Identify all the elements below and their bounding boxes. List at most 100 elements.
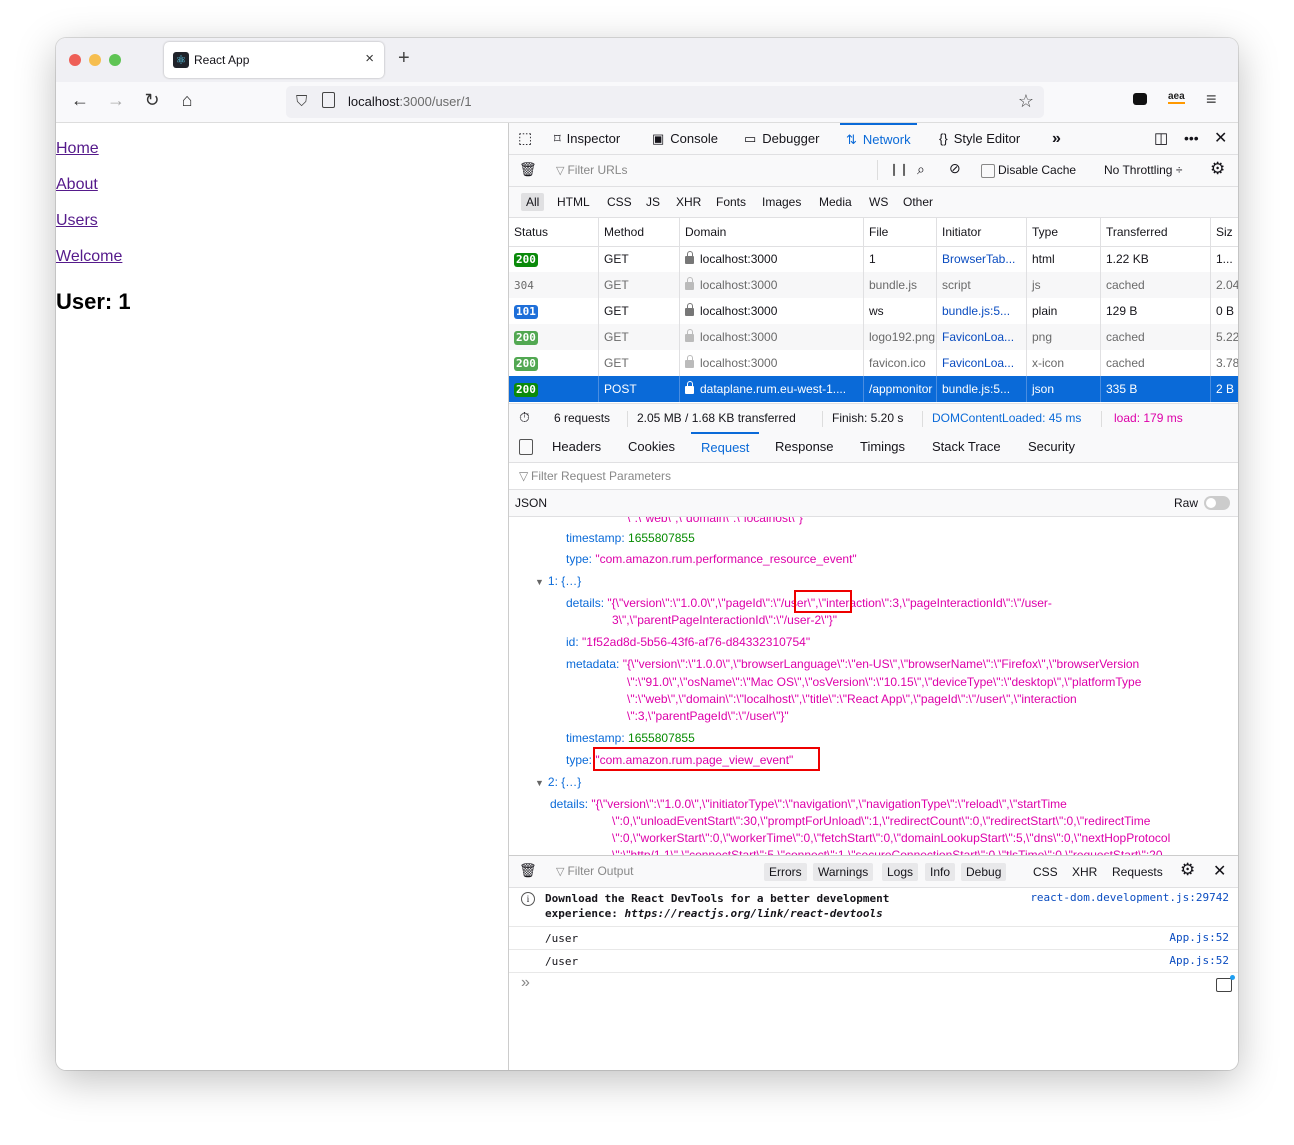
- amazon-assistant-icon[interactable]: aea: [1168, 92, 1185, 104]
- filter-fonts[interactable]: Fonts: [711, 193, 751, 211]
- close-tab-icon[interactable]: ×: [365, 50, 374, 67]
- close-devtools-icon[interactable]: ✕: [1214, 123, 1227, 154]
- filter-css[interactable]: CSS: [602, 193, 637, 211]
- console-settings-gear-icon[interactable]: ⚙: [1180, 860, 1195, 880]
- filter-output-input[interactable]: ▽ Filter Output: [556, 864, 634, 878]
- filter-html[interactable]: HTML: [552, 193, 595, 211]
- pause-icon[interactable]: ❙❙: [889, 162, 909, 176]
- url-bar[interactable]: ⛉ localhost:3000/user/1 ☆: [286, 86, 1044, 118]
- filter-ws[interactable]: WS: [864, 193, 893, 211]
- filter-all[interactable]: All: [521, 193, 545, 211]
- tab-timings[interactable]: Timings: [860, 432, 905, 462]
- filter-errors[interactable]: Errors: [764, 863, 807, 881]
- element-picker-icon[interactable]: ⬚: [518, 123, 532, 154]
- bookmark-star-icon[interactable]: ☆: [1018, 91, 1034, 112]
- clear-console-icon[interactable]: 🗑: [519, 862, 537, 879]
- minimize-window-button[interactable]: [89, 54, 101, 66]
- col-file[interactable]: File: [864, 218, 937, 246]
- table-row[interactable]: 200 POST dataplane.rum.eu-west-1.... /appmo…: [509, 376, 1238, 402]
- json-value: "com.amazon.rum.performance_resource_eve…: [595, 552, 857, 566]
- col-domain[interactable]: Domain: [680, 218, 864, 246]
- tab-headers[interactable]: Headers: [552, 432, 601, 462]
- json-node-toggle[interactable]: ▼ 1: {…}: [535, 573, 581, 591]
- col-size[interactable]: Siz: [1211, 218, 1238, 246]
- cell-method: GET: [599, 350, 680, 376]
- table-row[interactable]: 200 GET localhost:3000 1 BrowserTab... html 1.…: [509, 246, 1238, 272]
- tab-inspector[interactable]: ⌑ Inspector: [554, 123, 620, 154]
- filter-images[interactable]: Images: [757, 193, 806, 211]
- nav-link-about[interactable]: About: [56, 176, 98, 194]
- tab-security[interactable]: Security: [1028, 432, 1075, 462]
- filter-css[interactable]: CSS: [1033, 863, 1058, 881]
- nav-link-users[interactable]: Users: [56, 212, 98, 230]
- ghost-extension-icon[interactable]: [1133, 93, 1147, 105]
- console-text: /user: [545, 955, 579, 968]
- filter-media[interactable]: Media: [814, 193, 857, 211]
- filter-xhr[interactable]: XHR: [1072, 863, 1097, 881]
- throttling-select[interactable]: No Throttling ÷: [1104, 163, 1182, 177]
- filter-requests[interactable]: Requests: [1112, 863, 1163, 881]
- tab-cookies[interactable]: Cookies: [628, 432, 675, 462]
- search-icon[interactable]: ⌕: [917, 161, 925, 178]
- col-type[interactable]: Type: [1027, 218, 1101, 246]
- cell-file: /appmonitor: [864, 376, 937, 402]
- toggle-sidebar-icon[interactable]: [519, 439, 533, 455]
- more-tabs-icon[interactable]: »: [1052, 123, 1061, 154]
- tab-debugger[interactable]: ▭ Debugger: [744, 123, 819, 154]
- tab-console[interactable]: ▣ Console: [652, 123, 718, 154]
- filter-warnings[interactable]: Warnings: [813, 863, 874, 881]
- filter-logs[interactable]: Logs: [882, 863, 919, 881]
- tab-request[interactable]: Request: [691, 432, 760, 462]
- browser-tab[interactable]: ⚛ React App ×: [164, 42, 384, 78]
- tab-style-editor[interactable]: {} Style Editor: [939, 123, 1020, 154]
- shield-icon[interactable]: ⛉: [296, 93, 307, 110]
- json-key: details:: [566, 596, 605, 610]
- more-options-icon[interactable]: •••: [1184, 123, 1199, 154]
- raw-toggle[interactable]: [1204, 496, 1230, 510]
- console-toolbar: 🗑 ▽ Filter Output Errors Warnings Logs In…: [509, 856, 1238, 888]
- table-row[interactable]: 304 GET localhost:3000 bundle.js script js cac…: [509, 272, 1238, 298]
- disable-cache-checkbox[interactable]: [981, 164, 995, 178]
- react-devtools-link[interactable]: https://reactjs.org/link/react-devtools: [624, 907, 882, 920]
- menu-icon[interactable]: ≡: [1206, 89, 1217, 110]
- close-console-icon[interactable]: ✕: [1213, 861, 1226, 881]
- editor-mode-icon[interactable]: [1216, 978, 1232, 992]
- tab-response[interactable]: Response: [775, 432, 834, 462]
- tab-stack-trace[interactable]: Stack Trace: [932, 432, 1001, 462]
- nav-link-welcome[interactable]: Welcome: [56, 248, 122, 266]
- home-button[interactable]: ⌂: [175, 90, 199, 111]
- col-initiator[interactable]: Initiator: [937, 218, 1027, 246]
- forward-button[interactable]: →: [104, 90, 128, 111]
- console-source-link[interactable]: react-dom.development.js:29742: [1030, 891, 1229, 904]
- filter-info[interactable]: Info: [925, 863, 956, 881]
- col-transferred[interactable]: Transferred: [1101, 218, 1211, 246]
- console-source-link[interactable]: App.js:52: [1169, 931, 1229, 944]
- console-prompt-icon: »: [521, 974, 530, 991]
- filter-debug[interactable]: Debug: [961, 863, 1007, 881]
- block-icon[interactable]: ⊘: [949, 160, 961, 177]
- col-method[interactable]: Method: [599, 218, 680, 246]
- nav-link-home[interactable]: Home: [56, 140, 99, 158]
- filter-js[interactable]: JS: [641, 193, 665, 211]
- table-row[interactable]: 101 GET localhost:3000 ws bundle.js:5... plai…: [509, 298, 1238, 324]
- filter-other[interactable]: Other: [898, 193, 938, 211]
- close-window-button[interactable]: [69, 54, 81, 66]
- console-input[interactable]: [539, 974, 1198, 996]
- new-tab-button[interactable]: +: [398, 47, 410, 70]
- filter-xhr[interactable]: XHR: [671, 193, 706, 211]
- dock-icon[interactable]: ◫: [1154, 123, 1168, 154]
- json-node-toggle[interactable]: ▼ 2: {…}: [535, 774, 581, 792]
- filter-urls-input[interactable]: ▽ Filter URLs: [556, 163, 627, 177]
- back-button[interactable]: ←: [68, 90, 92, 111]
- tab-network[interactable]: ⇅ Network: [840, 123, 917, 154]
- zoom-window-button[interactable]: [109, 54, 121, 66]
- settings-gear-icon[interactable]: ⚙: [1210, 159, 1225, 179]
- filter-request-params-input[interactable]: ▽ Filter Request Parameters: [509, 463, 1238, 490]
- url-text[interactable]: localhost:3000/user/1: [348, 94, 472, 109]
- reload-button[interactable]: ↻: [140, 90, 164, 111]
- trash-icon[interactable]: 🗑: [519, 161, 537, 178]
- table-row[interactable]: 200 GET localhost:3000 logo192.png FaviconLo…: [509, 324, 1238, 350]
- console-source-link[interactable]: App.js:52: [1169, 954, 1229, 967]
- col-status[interactable]: Status: [509, 218, 599, 246]
- table-row[interactable]: 200 GET localhost:3000 favicon.ico FaviconLo…: [509, 350, 1238, 376]
